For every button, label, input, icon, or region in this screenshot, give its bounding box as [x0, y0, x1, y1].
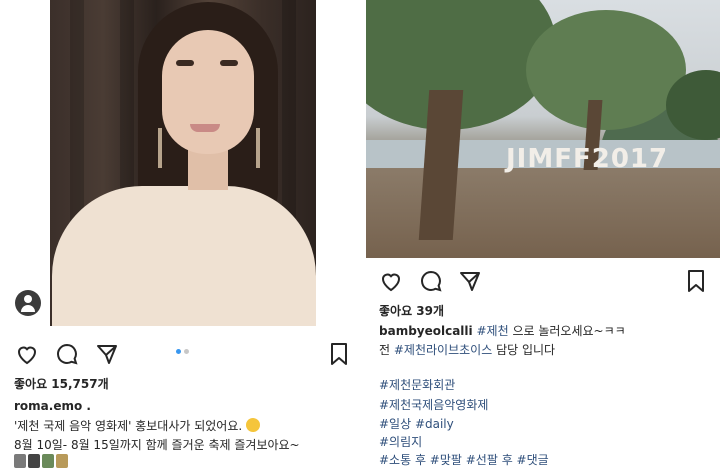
eye: [220, 60, 238, 66]
caption-text: 전: [379, 343, 394, 357]
eye: [176, 60, 194, 66]
likes-count[interactable]: 좋아요 15,757개: [14, 376, 109, 392]
caption-line: '제천 국제 음악 영화제' 홍보대사가 되었어요.: [14, 418, 261, 434]
left-post: 좋아요 15,757개 roma.emo . '제천 국제 음악 영화제' 홍보…: [0, 0, 360, 472]
hashtag-line[interactable]: #제천국제음악영화제: [379, 397, 488, 413]
comment-icon[interactable]: [55, 342, 79, 366]
landscape-icon: [56, 454, 68, 468]
carousel-dot-active: [176, 349, 181, 354]
right-post: JIMFF2017 좋아요 39개 bambyeolcalli #제천 으로 놀…: [360, 0, 720, 472]
user-tag-icon[interactable]: [15, 290, 41, 316]
hashtag-line[interactable]: #소통 후 #맞팔 #선팔 후 #댓글: [379, 452, 549, 468]
hashtag-line[interactable]: #일상 #daily: [379, 416, 454, 432]
mouth: [190, 124, 220, 132]
hashtag-link[interactable]: #제천: [476, 324, 508, 338]
post-photo[interactable]: [50, 0, 316, 326]
bookmark-icon[interactable]: [329, 342, 349, 366]
hashtag-link[interactable]: #제천라이브초이스: [394, 343, 492, 357]
festival-sign: JIMFF2017: [506, 144, 669, 174]
music-note-icon: [14, 454, 26, 468]
caption-text: 으로 놀러오세요~ㅋㅋ: [508, 324, 626, 338]
carousel-dot: [184, 349, 189, 354]
caption-line: 전 #제천라이브초이스 담당 입니다: [379, 342, 555, 358]
caption-text: '제천 국제 음악 영화제' 홍보대사가 되었어요.: [14, 419, 243, 433]
post-photo[interactable]: JIMFF2017: [366, 0, 720, 258]
film-icon: [42, 454, 54, 468]
earring: [158, 128, 162, 168]
likes-count[interactable]: 좋아요 39개: [379, 303, 444, 319]
post-username[interactable]: roma.emo .: [14, 398, 91, 414]
hashtag-line[interactable]: #제천문화회관: [379, 377, 455, 393]
post-username[interactable]: bambyeolcalli: [379, 324, 473, 338]
caption-text: 담당 입니다: [492, 343, 556, 357]
comment-icon[interactable]: [419, 269, 443, 293]
neck: [188, 150, 228, 190]
share-icon[interactable]: [95, 342, 119, 366]
earring: [256, 128, 260, 168]
share-icon[interactable]: [458, 269, 482, 293]
bookmark-icon[interactable]: [686, 269, 706, 293]
face: [162, 30, 254, 154]
heart-icon[interactable]: [15, 342, 39, 366]
carousel-indicator: [176, 349, 190, 355]
caption-line: 8월 10일- 8월 15일까지 함께 즐거운 축제 즐겨보아요~: [14, 438, 300, 452]
caption-line: bambyeolcalli #제천 으로 놀러오세요~ㅋㅋ: [379, 323, 626, 339]
clapperboard-icon: [28, 454, 40, 468]
heart-icon[interactable]: [379, 269, 403, 293]
smile-emoji-icon: [246, 418, 261, 432]
tree-foliage: [526, 10, 686, 130]
emoji-stickers: [14, 454, 68, 468]
hashtag-line[interactable]: #의림지: [379, 434, 422, 450]
shirt: [52, 186, 316, 326]
ground: [366, 168, 720, 258]
